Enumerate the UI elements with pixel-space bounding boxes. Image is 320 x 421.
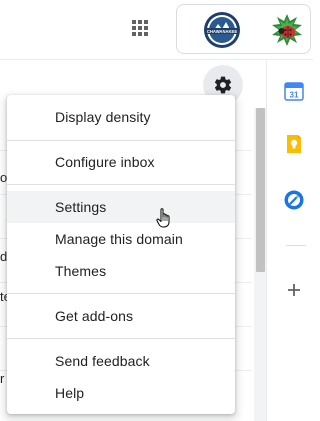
list-row-fragment: r	[0, 371, 5, 386]
menu-item-manage-domain[interactable]: Manage this domain	[7, 223, 235, 255]
top-bar: CHAWANAKEE	[0, 0, 313, 60]
menu-item-label: Send feedback	[55, 353, 150, 369]
menu-item-settings[interactable]: Settings	[7, 191, 235, 223]
tasks-icon[interactable]	[284, 190, 304, 210]
org-logo-text: CHAWANAKEE	[207, 29, 237, 34]
side-panel-divider	[286, 245, 306, 246]
menu-item-get-addons[interactable]: Get add-ons	[7, 300, 235, 332]
menu-item-label: Get add-ons	[55, 308, 134, 324]
menu-item-label: Help	[55, 385, 85, 401]
add-icon[interactable]	[284, 280, 304, 300]
gear-icon	[214, 76, 232, 94]
menu-separator	[7, 184, 235, 185]
menu-item-label: Settings	[55, 199, 107, 215]
settings-menu: Display density Configure inbox Settings…	[7, 95, 235, 414]
menu-separator	[7, 338, 235, 339]
scrollbar-thumb[interactable]	[256, 108, 265, 272]
menu-separator	[7, 140, 235, 141]
keep-icon[interactable]	[284, 134, 304, 154]
menu-item-send-feedback[interactable]: Send feedback	[7, 345, 235, 377]
menu-item-label: Configure inbox	[55, 154, 155, 170]
menu-separator	[7, 293, 235, 294]
menu-item-label: Display density	[55, 109, 151, 125]
menu-item-display-density[interactable]: Display density	[7, 101, 235, 133]
apps-grid-icon[interactable]	[126, 14, 154, 42]
ladybug-avatar[interactable]	[270, 13, 304, 47]
side-panel: 31	[266, 61, 313, 421]
menu-item-label: Manage this domain	[55, 231, 183, 247]
calendar-icon[interactable]: 31	[284, 81, 304, 101]
menu-item-label: Themes	[55, 263, 107, 279]
menu-item-help[interactable]: Help	[7, 377, 235, 409]
menu-item-configure-inbox[interactable]: Configure inbox	[7, 146, 235, 178]
calendar-day: 31	[290, 91, 299, 100]
organization-logo: CHAWANAKEE	[204, 12, 240, 48]
menu-item-themes[interactable]: Themes	[7, 255, 235, 287]
account-switcher[interactable]: CHAWANAKEE	[176, 4, 311, 54]
